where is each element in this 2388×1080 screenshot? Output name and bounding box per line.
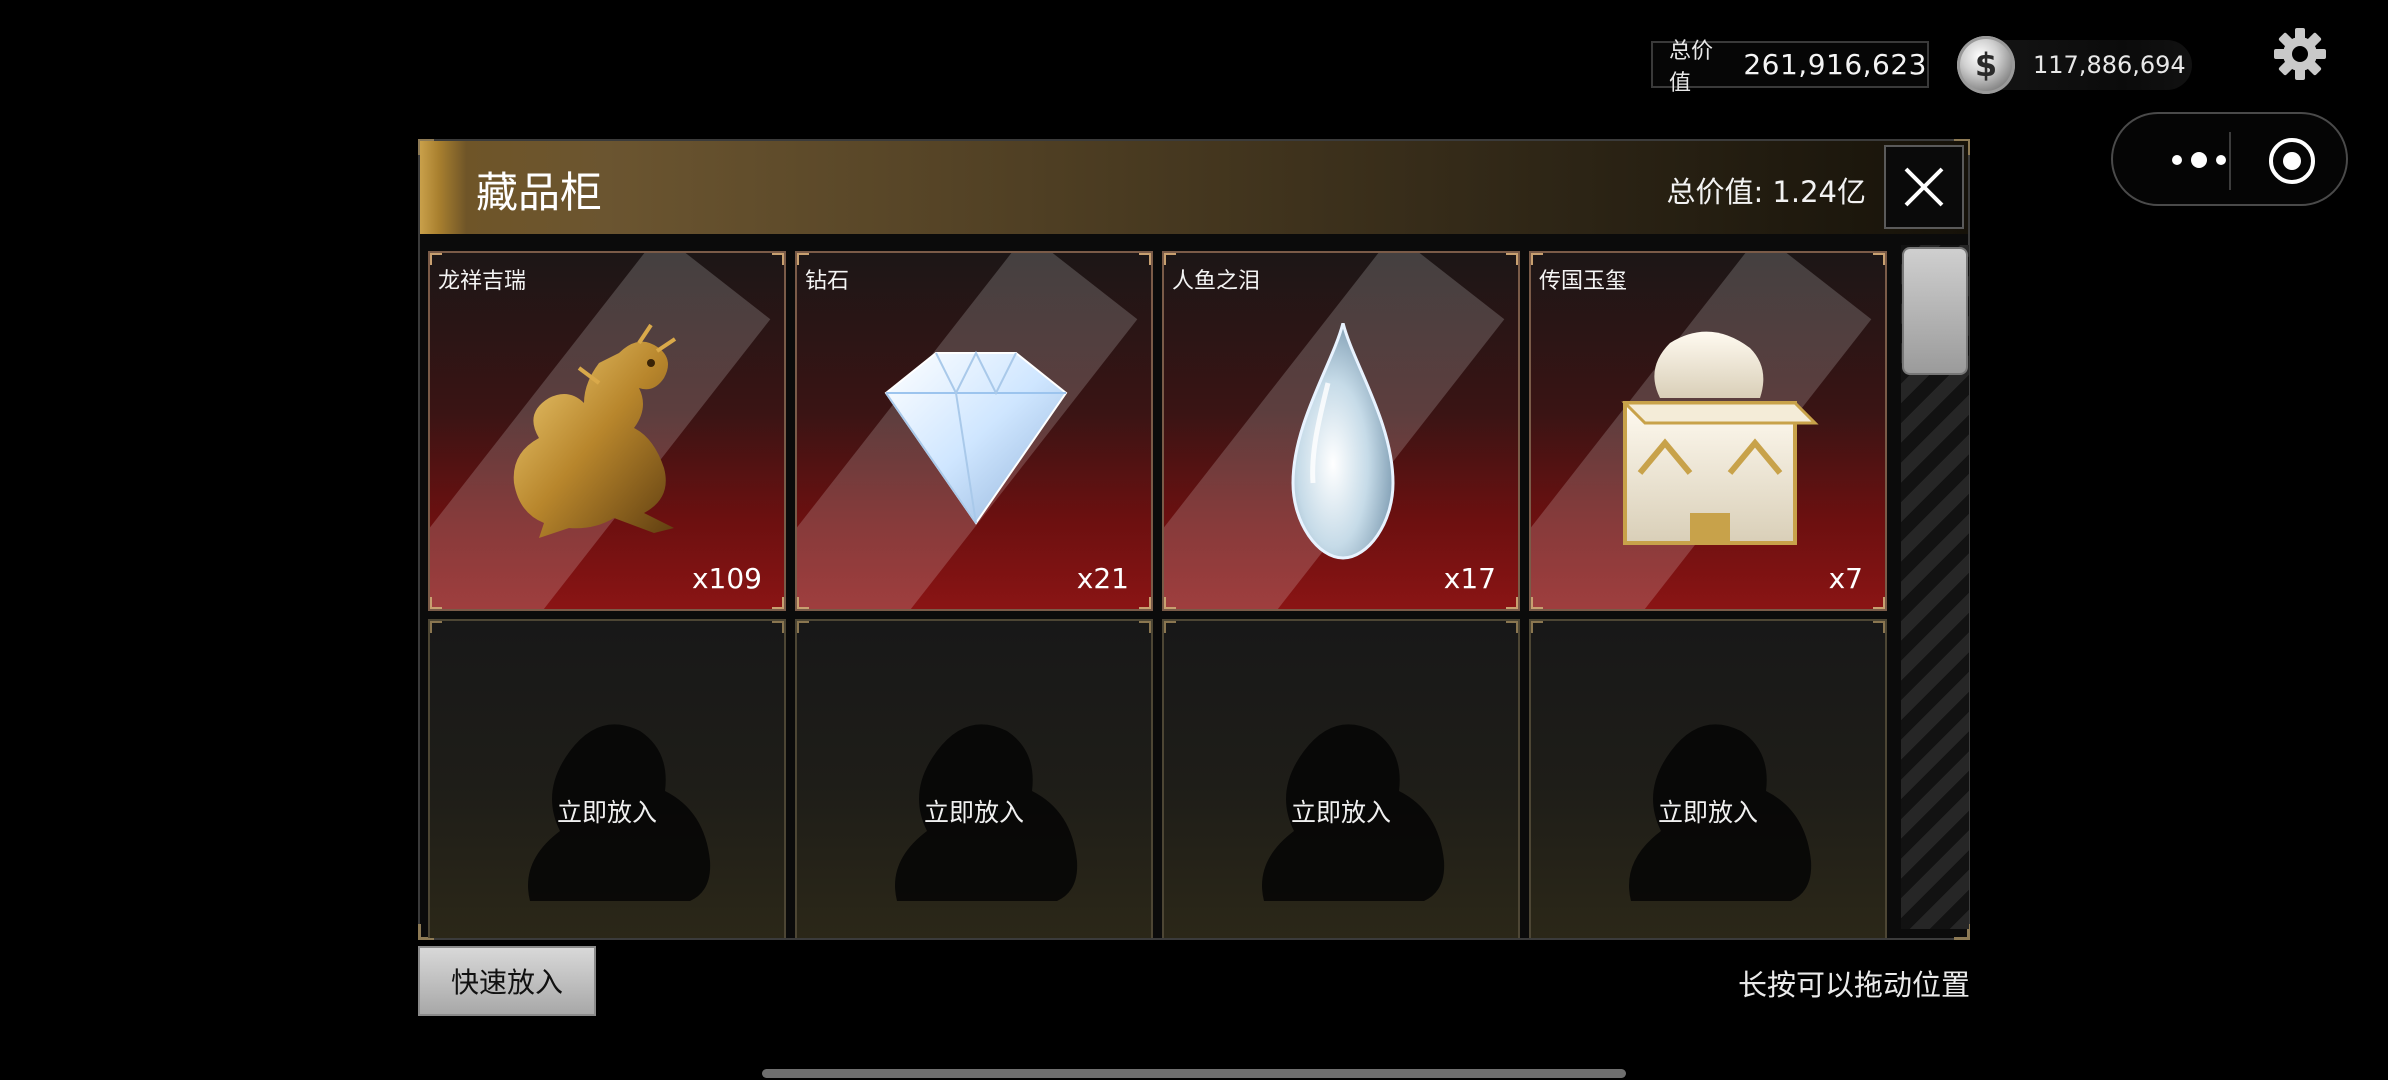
place-now-label: 立即放入 xyxy=(1657,798,1758,827)
empty-slot[interactable]: 立即放入 xyxy=(428,619,786,938)
jade-seal-icon xyxy=(1621,331,1819,545)
empty-slot[interactable]: 立即放入 xyxy=(1162,619,1520,938)
collection-grid[interactable]: 龙祥吉瑞 x109 钻石 x21 人鱼之泪 x17 传国玉玺 x7 立即放入 立… xyxy=(428,251,1894,938)
diamond-icon xyxy=(884,350,1068,525)
mini-program-capsule xyxy=(2111,112,2348,206)
place-now-label: 立即放入 xyxy=(923,798,1024,827)
gear-icon[interactable] xyxy=(2272,26,2328,82)
quick-place-button[interactable]: 快速放入 xyxy=(418,946,596,1016)
place-now-label: 立即放入 xyxy=(1290,798,1391,827)
total-value-amount: 261,916,623 xyxy=(1743,48,1927,81)
empty-slot[interactable]: 立即放入 xyxy=(1529,619,1887,938)
target-circle-icon[interactable] xyxy=(2267,136,2317,186)
more-dots-icon[interactable] xyxy=(2169,148,2229,172)
home-indicator[interactable] xyxy=(762,1069,1626,1078)
collection-item-card[interactable]: 龙祥吉瑞 x109 xyxy=(428,251,786,611)
close-icon xyxy=(1904,167,1944,207)
golden-dragon-icon xyxy=(513,323,677,538)
empty-slot[interactable]: 立即放入 xyxy=(795,619,1153,938)
item-quantity: x21 xyxy=(1076,562,1129,595)
item-quantity: x17 xyxy=(1443,562,1496,595)
collection-item-card[interactable]: 钻石 x21 xyxy=(795,251,1153,611)
collection-cabinet-panel: 藏品柜 总价值: 1.24亿 龙祥吉瑞 x109 钻石 x21 人鱼之泪 x17… xyxy=(418,139,1970,940)
cabinet-header: 藏品柜 总价值: 1.24亿 xyxy=(420,141,1968,234)
cabinet-title: 藏品柜 xyxy=(476,168,603,217)
item-name: 传国玉玺 xyxy=(1539,269,1628,294)
coin-balance-value: 117,886,694 xyxy=(2033,51,2186,79)
collection-item-card[interactable]: 人鱼之泪 x17 xyxy=(1162,251,1520,611)
capsule-divider xyxy=(2229,132,2231,190)
scrollbar-thumb[interactable] xyxy=(1902,247,1968,375)
place-now-label: 立即放入 xyxy=(556,798,657,827)
coin-icon: $ xyxy=(1957,36,2015,94)
drag-hint-text: 长按可以拖动位置 xyxy=(1737,968,1970,1002)
cabinet-total-value: 总价值: 1.24亿 xyxy=(1666,175,1866,209)
item-quantity: x7 xyxy=(1828,562,1863,595)
item-name: 钻石 xyxy=(805,269,850,294)
collection-item-card[interactable]: 传国玉玺 x7 xyxy=(1529,251,1887,611)
item-quantity: x109 xyxy=(691,562,762,595)
coin-balance[interactable]: $ 117,886,694 xyxy=(1957,36,2192,94)
item-name: 人鱼之泪 xyxy=(1172,269,1261,294)
teardrop-icon xyxy=(1291,323,1395,560)
total-value-box: 总价值 261,916,623 xyxy=(1651,39,1929,96)
total-value-label: 总价值 xyxy=(1669,38,1714,96)
close-button[interactable] xyxy=(1884,145,1964,229)
item-name: 龙祥吉瑞 xyxy=(438,269,527,294)
